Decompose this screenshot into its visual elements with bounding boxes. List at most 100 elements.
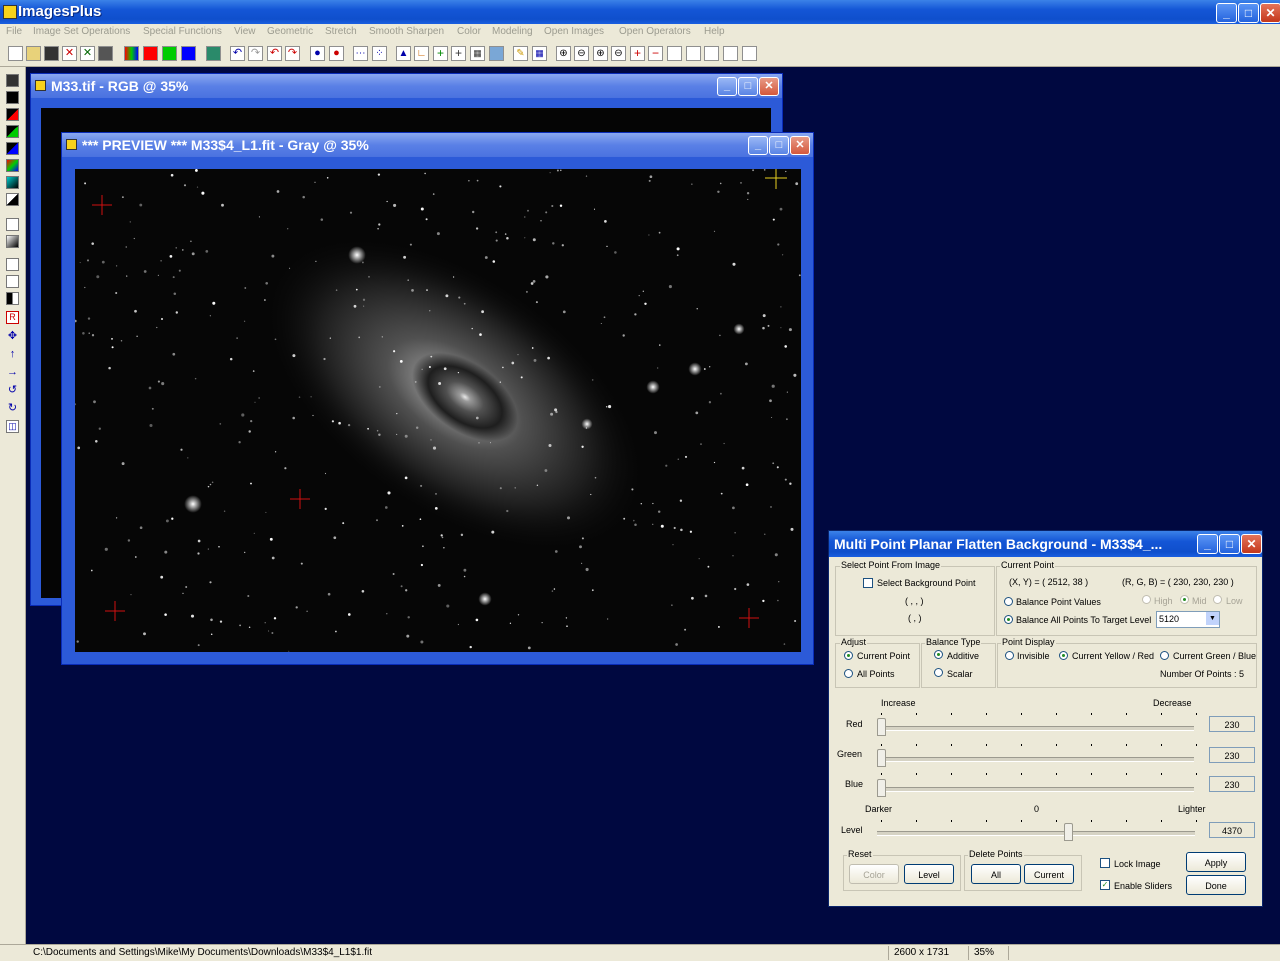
rgb-split-icon[interactable]: [124, 46, 139, 61]
arrow-right-icon[interactable]: →: [6, 367, 19, 380]
add-red-icon[interactable]: +: [630, 46, 645, 61]
delete-current-button[interactable]: Current: [1024, 864, 1074, 884]
adjust-all-radio[interactable]: [844, 669, 853, 678]
table-icon[interactable]: ▦: [532, 46, 547, 61]
blue-value[interactable]: 230: [1209, 776, 1255, 792]
levels-icon[interactable]: [6, 275, 19, 288]
black-icon[interactable]: [6, 91, 19, 104]
frame-5-icon[interactable]: [742, 46, 757, 61]
blue-black-icon[interactable]: [6, 142, 19, 155]
plus-green-icon[interactable]: +: [433, 46, 448, 61]
print-icon[interactable]: [98, 46, 113, 61]
low-radio[interactable]: [1213, 595, 1222, 604]
minimize-button[interactable]: _: [748, 136, 768, 155]
image-window-back-titlebar[interactable]: M33.tif - RGB @ 35% _ □ ✕: [31, 74, 782, 98]
menu-image-set-operations[interactable]: Image Set Operations: [33, 26, 130, 37]
redo-icon[interactable]: ↷: [248, 46, 263, 61]
maximize-button[interactable]: □: [1238, 3, 1259, 23]
histogram-icon[interactable]: [206, 46, 221, 61]
frame-2-icon[interactable]: [686, 46, 701, 61]
gradient-icon[interactable]: [6, 218, 19, 231]
save-icon[interactable]: [44, 46, 59, 61]
pencil-icon[interactable]: ✎: [513, 46, 528, 61]
rotate-right-icon[interactable]: ↻: [6, 403, 19, 416]
delete-all-button[interactable]: All: [971, 864, 1021, 884]
maximize-button[interactable]: □: [1219, 534, 1240, 554]
mask-on-icon[interactable]: ●: [310, 46, 325, 61]
move-icon[interactable]: ✥: [6, 331, 19, 344]
green-slider-thumb[interactable]: [877, 749, 886, 767]
undo-all-icon[interactable]: ↶: [267, 46, 282, 61]
minimize-button[interactable]: _: [1216, 3, 1237, 23]
done-button[interactable]: Done: [1186, 875, 1246, 895]
crop-icon[interactable]: R: [6, 311, 19, 324]
green-blue-radio[interactable]: [1160, 651, 1169, 660]
graph-icon[interactable]: ∟: [414, 46, 429, 61]
maximize-button[interactable]: □: [769, 136, 789, 155]
close-image-icon[interactable]: ✕: [62, 46, 77, 61]
crosshair-icon[interactable]: +: [451, 46, 466, 61]
minimize-button[interactable]: _: [717, 77, 737, 96]
red-black-icon[interactable]: [6, 108, 19, 121]
red-slider-thumb[interactable]: [877, 718, 886, 736]
green-slider-track[interactable]: [879, 757, 1194, 762]
menu-view[interactable]: View: [234, 26, 256, 37]
green-channel-icon[interactable]: [162, 46, 177, 61]
level-value[interactable]: 4370: [1209, 822, 1255, 838]
maximize-button[interactable]: □: [738, 77, 758, 96]
enable-sliders-checkbox[interactable]: ✓: [1100, 880, 1110, 890]
frame-1-icon[interactable]: [667, 46, 682, 61]
dialog-titlebar[interactable]: Multi Point Planar Flatten Background - …: [829, 531, 1262, 557]
blue-slider-track[interactable]: [879, 787, 1194, 792]
menu-geometric[interactable]: Geometric: [267, 26, 313, 37]
open-folder-icon[interactable]: [26, 46, 41, 61]
save-layer-icon[interactable]: [6, 74, 19, 87]
zoom-actual-icon[interactable]: ⊖: [611, 46, 626, 61]
menu-modeling[interactable]: Modeling: [492, 26, 533, 37]
level-slider-track[interactable]: [877, 831, 1195, 836]
close-button[interactable]: ✕: [759, 77, 779, 96]
redo-all-icon[interactable]: ↷: [285, 46, 300, 61]
additive-radio[interactable]: [934, 650, 943, 659]
close-all-icon[interactable]: ✕: [80, 46, 95, 61]
triangle-icon[interactable]: ▲: [396, 46, 411, 61]
arrow-up-icon[interactable]: ↑: [6, 349, 19, 362]
rgb-black-icon[interactable]: [6, 159, 19, 172]
green-value[interactable]: 230: [1209, 747, 1255, 763]
scatter-icon[interactable]: ⁘: [372, 46, 387, 61]
contrast-icon[interactable]: [6, 235, 19, 248]
lock-image-checkbox[interactable]: [1100, 858, 1110, 868]
flatten-background-dialog[interactable]: Multi Point Planar Flatten Background - …: [828, 530, 1263, 907]
zoom-in-icon[interactable]: ⊕: [556, 46, 571, 61]
reset-color-button[interactable]: Color: [849, 864, 899, 884]
red-slider-track[interactable]: [879, 726, 1194, 731]
menu-smooth-sharpen[interactable]: Smooth Sharpen: [369, 26, 444, 37]
menu-help[interactable]: Help: [704, 26, 725, 37]
red-value[interactable]: 230: [1209, 716, 1255, 732]
target-level-combo[interactable]: 5120 ▼: [1156, 611, 1220, 628]
dotted-line-icon[interactable]: ⋯: [353, 46, 368, 61]
menu-open-images[interactable]: Open Images: [544, 26, 604, 37]
frame-4-icon[interactable]: [723, 46, 738, 61]
image-window-preview[interactable]: *** PREVIEW *** M33$4_L1.fit - Gray @ 35…: [61, 132, 814, 665]
menu-stretch[interactable]: Stretch: [325, 26, 357, 37]
mask-off-icon[interactable]: ●: [329, 46, 344, 61]
blue-slider-thumb[interactable]: [877, 779, 886, 797]
select-background-point-checkbox[interactable]: [863, 578, 873, 588]
high-radio[interactable]: [1142, 595, 1151, 604]
galaxy-image[interactable]: [75, 169, 801, 652]
flip-icon[interactable]: ◫: [6, 420, 19, 433]
level-slider-thumb[interactable]: [1063, 823, 1073, 841]
undo-icon[interactable]: ↶: [230, 46, 245, 61]
zoom-fit-icon[interactable]: ⊕: [593, 46, 608, 61]
minimize-button[interactable]: _: [1197, 534, 1218, 554]
invert-icon[interactable]: [6, 292, 19, 305]
select-box-icon[interactable]: [6, 258, 19, 271]
chevron-down-icon[interactable]: ▼: [1206, 612, 1219, 625]
balance-all-radio[interactable]: [1004, 615, 1013, 624]
rotate-left-icon[interactable]: ↺: [6, 385, 19, 398]
close-button[interactable]: ✕: [1260, 3, 1280, 23]
blue-channel-icon[interactable]: [181, 46, 196, 61]
green-black-icon[interactable]: [6, 125, 19, 138]
menu-color[interactable]: Color: [457, 26, 481, 37]
